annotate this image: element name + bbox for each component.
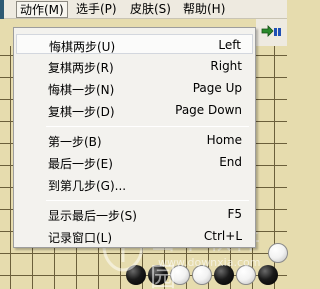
go-stone-white [170, 265, 190, 285]
menu-skin[interactable]: 皮肤(S) [127, 1, 174, 18]
menu-item-first-move[interactable]: 第一步(B) Home [16, 130, 253, 150]
menu-item-label: 复棋一步(D) [48, 105, 115, 119]
go-stone-white [268, 243, 288, 263]
menu-bar: 动作(M) 选手(P) 皮肤(S) 帮助(H) [0, 0, 287, 19]
menu-item-shortcut: Home [206, 133, 242, 147]
menu-item-label: 显示最后一步(S) [48, 209, 137, 223]
menu-separator [46, 126, 249, 127]
menu-item-label: 复棋两步(R) [48, 61, 114, 75]
window-edge [0, 0, 4, 19]
menu-item-shortcut: Page Down [175, 103, 242, 117]
menu-item-show-last-move[interactable]: 显示最后一步(S) F5 [16, 204, 253, 224]
menu-player[interactable]: 选手(P) [73, 1, 120, 18]
menu-item-last-move[interactable]: 最后一步(E) End [16, 152, 253, 172]
arrows-icon[interactable] [260, 25, 282, 39]
go-stone-white [236, 265, 256, 285]
menu-item-record-window[interactable]: 记录窗口(L) Ctrl+L [16, 226, 253, 246]
menu-item-label: 到第几步(G)... [48, 179, 127, 193]
menu-separator [46, 200, 249, 201]
menu-item-undo-one[interactable]: 悔棋一步(N) Page Up [16, 78, 253, 98]
menu-item-label: 最后一步(E) [48, 157, 113, 171]
go-stone-black [148, 265, 168, 285]
go-stone-white [192, 265, 212, 285]
go-stone-black [126, 265, 146, 285]
menu-action[interactable]: 动作(M) [16, 1, 68, 18]
menu-item-shortcut: Page Up [192, 81, 242, 95]
menu-item-shortcut: End [219, 155, 242, 169]
menu-help[interactable]: 帮助(H) [180, 1, 228, 18]
menu-item-shortcut: Right [210, 59, 242, 73]
menu-item-redo-one[interactable]: 复棋一步(D) Page Down [16, 100, 253, 120]
menu-item-redo-two[interactable]: 复棋两步(R) Right [16, 56, 253, 76]
menu-item-goto-move[interactable]: 到第几步(G)... [16, 174, 253, 194]
action-menu-dropdown: 悔棋两步(U) Left 复棋两步(R) Right 悔棋一步(N) Page … [13, 27, 256, 248]
menu-item-shortcut: F5 [227, 207, 242, 221]
menu-item-shortcut: Left [218, 38, 241, 52]
menu-item-label: 悔棋一步(N) [48, 83, 115, 97]
menu-item-shortcut: Ctrl+L [203, 229, 242, 243]
toolbar [256, 19, 287, 46]
menu-item-undo-two[interactable]: 悔棋两步(U) Left [16, 34, 253, 54]
go-stone-black [258, 265, 278, 285]
menu-item-label: 记录窗口(L) [48, 231, 113, 245]
go-stone-black [214, 265, 234, 285]
menu-item-label: 悔棋两步(U) [49, 40, 116, 54]
menu-item-label: 第一步(B) [48, 135, 102, 149]
